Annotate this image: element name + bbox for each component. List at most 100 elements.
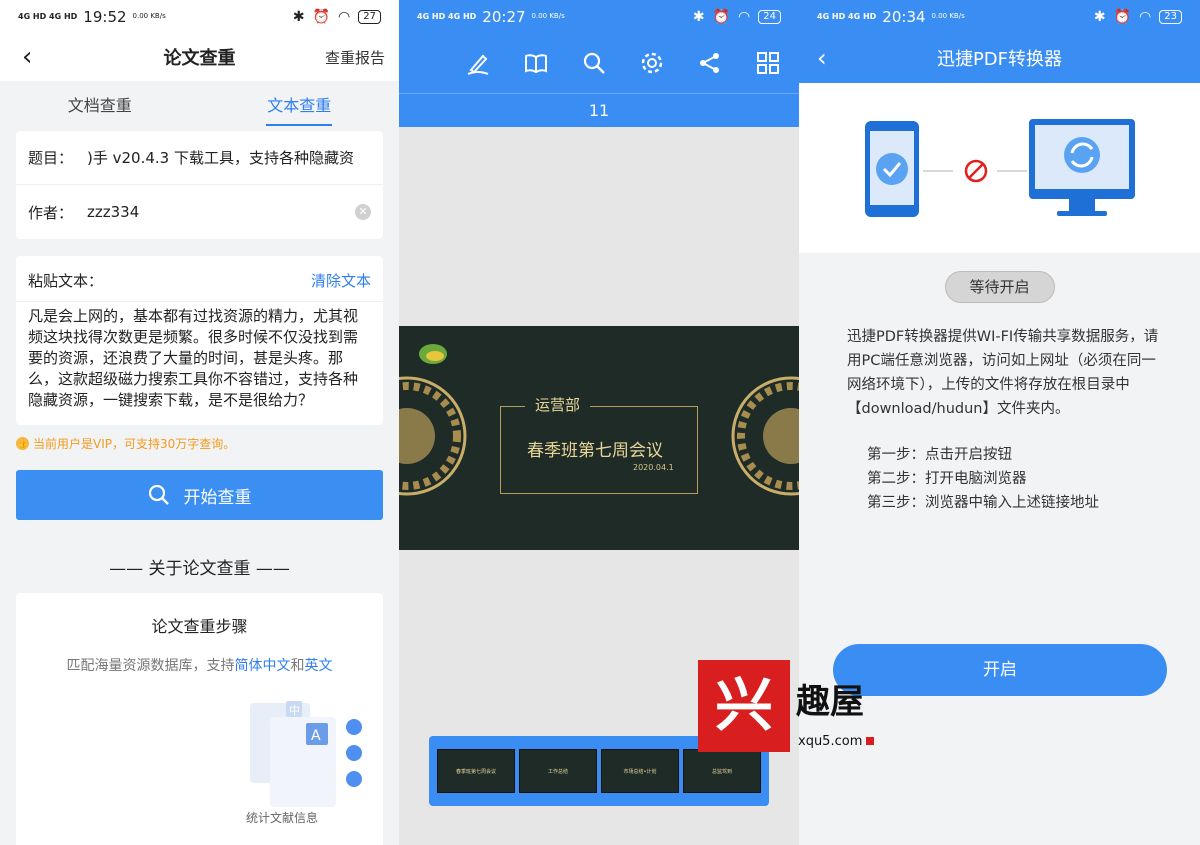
- net-speed: 0.00 KB/s: [531, 12, 565, 20]
- pen-icon[interactable]: [461, 46, 495, 80]
- app-header: ‹ 迅捷PDF转换器: [799, 33, 1200, 83]
- status-right: ✱ ⏰ ◠ 24: [693, 9, 781, 25]
- status-right: ✱ ⏰ ◠ 27: [293, 9, 381, 25]
- slide-thumbnail[interactable]: 市场总结•计划: [601, 749, 679, 793]
- report-link[interactable]: 查重报告: [325, 47, 385, 68]
- simplified-chinese-link: 简体中文: [234, 658, 291, 674]
- desc-part: 匹配海量资源数据库，支持: [66, 658, 235, 674]
- status-bar: 4G HD 4G HD 20:27 0.00 KB/s ✱ ⏰ ◠ 24: [399, 0, 799, 33]
- gear-icon[interactable]: [635, 46, 669, 80]
- share-icon[interactable]: [693, 46, 727, 80]
- back-arrow-icon[interactable]: ‹: [22, 42, 32, 72]
- paste-textarea[interactable]: 凡是会上网的，基本都有过找资源的精力，尤其视频这块找得次数更是频繁。很多时候不仅…: [16, 302, 383, 425]
- start-check-label: 开始查重: [183, 487, 252, 508]
- bluetooth-icon: ✱: [692, 8, 705, 25]
- red-square-icon: [866, 737, 875, 745]
- info-form: 题目： )手 v20.4.3 下载工具，支持各种隐藏资 作者： zzz334 ✕: [16, 131, 383, 239]
- slide-date: 2020.04.1: [633, 463, 674, 472]
- phone-to-pc-illustration: [865, 119, 1135, 217]
- clock: 19:52: [83, 7, 127, 26]
- signal-indicator: 4G HD 4G HD: [417, 12, 477, 21]
- tab-document-check[interactable]: 文档查重: [0, 86, 200, 126]
- title-label: 题目：: [28, 149, 74, 167]
- about-section-title: —— 关于论文查重 ——: [109, 559, 290, 579]
- battery-indicator: 23: [1159, 9, 1182, 24]
- vip-text: 当前用户是VIP，可支持30万字查询。: [33, 437, 236, 451]
- watermark-domain-text: xqu5.com: [798, 734, 863, 749]
- desc-part: 和: [290, 658, 305, 674]
- watermark-name: 趣屋: [796, 682, 864, 722]
- status-bar: 4G HD 4G HD 20:34 0.00 KB/s ✱ ⏰ ◠ 23: [799, 0, 1200, 33]
- net-speed: 0.00 KB/s: [931, 12, 965, 20]
- app-header: ‹ 论文查重 查重报告: [0, 33, 399, 81]
- title-row: 题目： )手 v20.4.3 下载工具，支持各种隐藏资: [16, 131, 383, 185]
- alarm-icon: ⏰: [312, 8, 331, 25]
- site-watermark: 兴 趣屋 xqu5.com: [698, 660, 908, 760]
- wifi-icon: ◠: [1139, 8, 1152, 25]
- start-check-button[interactable]: 开始查重: [16, 470, 383, 520]
- battery-indicator: 27: [358, 9, 381, 24]
- page-number: 11: [399, 93, 799, 127]
- clear-x-icon[interactable]: ✕: [355, 204, 371, 220]
- paste-header: 粘贴文本： 清除文本: [16, 256, 383, 302]
- step-item: 第三步：浏览器中输入上述链接地址: [867, 495, 1099, 511]
- step-item: 第一步：点击开启按钮: [867, 447, 1012, 463]
- clear-text-button[interactable]: 清除文本: [311, 270, 371, 291]
- mode-tabs: 文档查重 文本查重: [0, 81, 399, 131]
- slide-thumbnail[interactable]: 工作总结: [519, 749, 597, 793]
- search-icon: [148, 484, 169, 505]
- back-arrow-icon[interactable]: ‹: [817, 44, 827, 72]
- status-left: 4G HD 4G HD 19:52 0.00 KB/s: [18, 8, 166, 26]
- bluetooth-icon: ✱: [1093, 8, 1106, 25]
- clock: 20:34: [882, 7, 926, 26]
- search-icon[interactable]: [577, 46, 611, 80]
- paper-check-screen: 4G HD 4G HD 19:52 0.00 KB/s ✱ ⏰ ◠ 27 ‹ 论…: [0, 0, 399, 845]
- alarm-icon: ⏰: [712, 8, 731, 25]
- document-illustration: 中 A: [250, 701, 362, 807]
- steps-list: 第一步：点击开启按钮 第二步：打开电脑浏览器 第三步：浏览器中输入上述链接地址: [867, 443, 1200, 515]
- battery-indicator: 24: [758, 9, 781, 24]
- paste-card: 粘贴文本： 清除文本 凡是会上网的，基本都有过找资源的精力，尤其视频这块找得次数…: [16, 256, 383, 425]
- status-right: ✱ ⏰ ◠ 23: [1094, 9, 1182, 25]
- viewer-toolbar: [399, 33, 799, 93]
- waiting-status-badge: 等待开启: [944, 271, 1055, 303]
- watermark-logo: 兴: [698, 660, 790, 752]
- steps-description: 匹配海量资源数据库，支持简体中文和英文: [16, 655, 383, 675]
- illus-letter: A: [311, 728, 321, 744]
- steps-title: 论文查重步骤: [151, 617, 248, 636]
- net-speed: 0.00 KB/s: [132, 12, 166, 20]
- illus-char: 中: [289, 704, 300, 717]
- page-title: 迅捷PDF转换器: [936, 49, 1063, 70]
- thumbs-up-icon: 👍: [16, 437, 29, 450]
- about-card: 论文查重步骤 匹配海量资源数据库，支持简体中文和英文 中 A 统计文献信息: [16, 593, 383, 845]
- signal-indicator: 4G HD 4G HD: [817, 12, 877, 21]
- signal-indicator: 4G HD 4G HD: [18, 12, 78, 21]
- paste-label: 粘贴文本：: [28, 272, 104, 290]
- grid-icon[interactable]: [751, 46, 785, 80]
- slide-canvas[interactable]: 运营部 春季班第七周会议 2020.04.1: [399, 326, 799, 550]
- status-bar: 4G HD 4G HD 19:52 0.00 KB/s ✱ ⏰ ◠ 27: [0, 0, 399, 33]
- connection-illustration: [799, 83, 1200, 253]
- slide-title: 春季班第七周会议: [527, 441, 663, 461]
- slide-thumbnail[interactable]: 春季班第七周会议: [437, 749, 515, 793]
- vip-notice: 👍 当前用户是VIP，可支持30万字查询。: [16, 435, 383, 452]
- author-label: 作者：: [28, 203, 74, 222]
- illus-caption: 统计文献信息: [246, 811, 319, 825]
- status-left: 4G HD 4G HD 20:27 0.00 KB/s: [417, 8, 565, 26]
- title-input[interactable]: )手 v20.4.3 下载工具，支持各种隐藏资: [87, 147, 354, 168]
- status-left: 4G HD 4G HD 20:34 0.00 KB/s: [817, 8, 965, 26]
- page-title: 论文查重: [163, 48, 236, 69]
- english-link: 英文: [304, 658, 333, 674]
- author-input[interactable]: zzz334: [87, 203, 139, 221]
- p1-top-area: 4G HD 4G HD 19:52 0.00 KB/s ✱ ⏰ ◠ 27 ‹ 论…: [0, 0, 399, 81]
- tab-text-check[interactable]: 文本查重: [200, 86, 400, 126]
- slide-dept: 运营部: [525, 394, 591, 415]
- wifi-icon: ◠: [738, 8, 751, 25]
- wifi-icon: ◠: [338, 8, 351, 25]
- book-icon[interactable]: [519, 46, 553, 80]
- watermark-domain: xqu5.com: [798, 734, 875, 749]
- author-row: 作者： zzz334 ✕: [16, 185, 383, 239]
- clock: 20:27: [482, 7, 526, 26]
- alarm-icon: ⏰: [1113, 8, 1132, 25]
- bluetooth-icon: ✱: [292, 8, 305, 25]
